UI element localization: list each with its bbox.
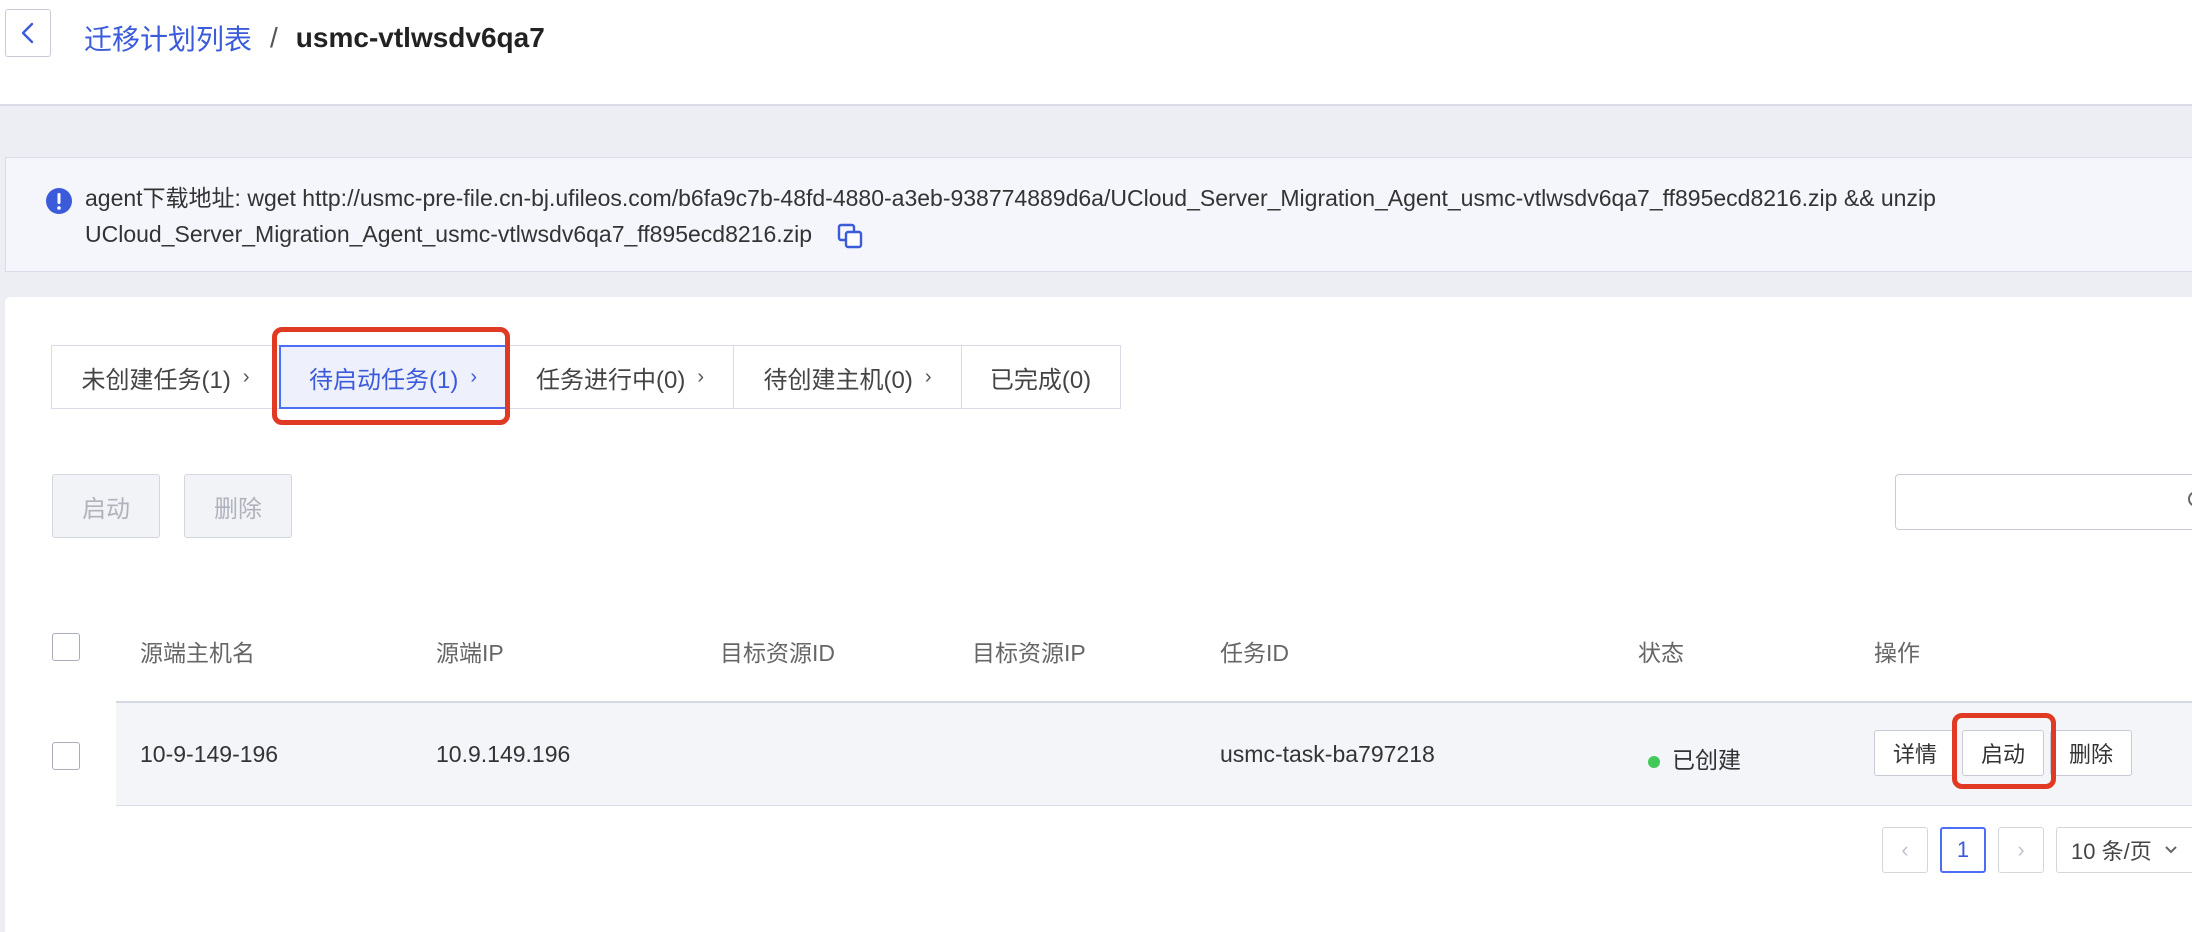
column-header-actions: 操作 (1874, 640, 1920, 666)
task-status-tabs: 未创建任务(1) › 待启动任务(1) › 任务进行中(0) › 待创建主机(0… (50, 345, 1121, 409)
tab-not-created[interactable]: 未创建任务(1) › (50, 345, 281, 409)
detail-button[interactable]: 详情 (1874, 730, 1956, 776)
delete-task-button[interactable]: 删除 (2050, 730, 2132, 776)
copy-icon[interactable] (836, 222, 864, 250)
chevron-down-icon (2164, 846, 2177, 854)
column-header-source-ip: 源端IP (436, 640, 504, 666)
chevron-right-icon: › (470, 365, 477, 388)
tab-label: 已完成(0) (989, 366, 1092, 394)
back-button[interactable] (5, 9, 51, 57)
chevron-left-icon (21, 22, 34, 44)
start-task-button[interactable]: 启动 (1962, 730, 2044, 776)
breadcrumb-parent-link[interactable]: 迁移计划列表 (84, 18, 252, 58)
prev-page-button[interactable]: ‹ (1882, 827, 1928, 873)
column-header-status: 状态 (1638, 640, 1684, 666)
page-size-select[interactable]: 10 条/页 (2056, 827, 2192, 873)
select-all-checkbox[interactable] (52, 633, 80, 661)
agent-download-notice: agent下载地址: wget http://usmc-pre-file.cn-… (5, 157, 2192, 272)
batch-start-button[interactable]: 启动 (52, 474, 160, 538)
search-input[interactable] (1896, 475, 2176, 527)
status-dot-icon (1648, 755, 1660, 768)
chevron-right-icon: › (924, 365, 932, 388)
notice-text: agent下载地址: wget http://usmc-pre-file.cn-… (85, 180, 2185, 252)
column-header-hostname: 源端主机名 (140, 640, 255, 666)
top-bar: 迁移计划列表 / usmc-vtlwsdv6qa7 (0, 0, 2192, 106)
breadcrumb-current: usmc-vtlwsdv6qa7 (295, 22, 545, 53)
cell-hostname: 10-9-149-196 (140, 741, 279, 767)
breadcrumb-separator: / (270, 22, 278, 53)
notice-line-1: agent下载地址: wget http://usmc-pre-file.cn-… (85, 185, 1936, 211)
tab-in-progress[interactable]: 任务进行中(0) › (505, 345, 735, 409)
batch-delete-button[interactable]: 删除 (184, 474, 292, 538)
chevron-right-icon: › (242, 365, 250, 388)
tab-pending-start[interactable]: 待启动任务(1) › (279, 345, 507, 409)
tab-label: 待创建主机(0) (763, 366, 913, 394)
search-icon[interactable] (2186, 489, 2192, 518)
cell-status: 已创建 (1648, 741, 1741, 775)
notice-line-2: UCloud_Server_Migration_Agent_usmc-vtlws… (85, 221, 813, 247)
page-size-value: 10 条/页 (2071, 839, 2152, 864)
search-box (1895, 474, 2192, 530)
column-header-target-resource-id: 目标资源ID (720, 640, 835, 666)
chevron-right-icon: › (697, 365, 704, 388)
tab-label: 任务进行中(0) (535, 366, 686, 394)
tab-completed[interactable]: 已完成(0) (960, 345, 1121, 409)
column-header-task-id: 任务ID (1220, 640, 1289, 666)
column-header-target-resource-ip: 目标资源IP (972, 640, 1086, 666)
tab-label: 待启动任务(1) (308, 366, 459, 394)
breadcrumb: 迁移计划列表 / usmc-vtlwsdv6qa7 (84, 18, 545, 58)
next-page-button[interactable]: › (1998, 827, 2044, 873)
page-1-button[interactable]: 1 (1940, 827, 1986, 873)
tab-label: 未创建任务(1) (81, 366, 231, 394)
tab-pending-host[interactable]: 待创建主机(0) › (733, 345, 962, 409)
cell-source-ip: 10.9.149.196 (436, 741, 571, 767)
info-icon (46, 188, 72, 214)
cell-task-id: usmc-task-ba797218 (1220, 741, 1435, 767)
status-text: 已创建 (1672, 747, 1741, 773)
row-checkbox[interactable] (52, 742, 80, 770)
task-panel: 未创建任务(1) › 待启动任务(1) › 任务进行中(0) › 待创建主机(0… (5, 297, 2192, 932)
